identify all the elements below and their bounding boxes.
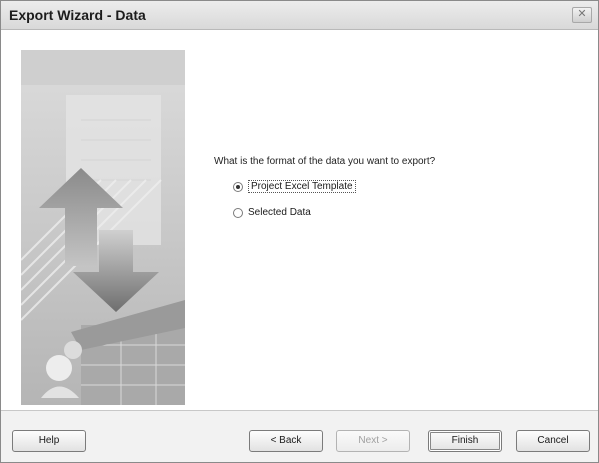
option-label[interactable]: Project Excel Template [248,180,356,193]
cancel-button[interactable]: Cancel [516,430,590,452]
finish-button[interactable]: Finish [428,430,502,452]
next-button[interactable]: Next > [336,430,410,452]
export-illustration-icon [21,50,185,405]
option-project-excel-template[interactable]: Project Excel Template [233,180,356,193]
title-bar[interactable]: Export Wizard - Data ✕ [1,1,598,30]
export-wizard-dialog: Export Wizard - Data ✕ What is the forma… [0,0,599,463]
option-selected-data[interactable]: Selected Data [233,207,311,218]
window-title: Export Wizard - Data [9,7,146,23]
option-label[interactable]: Selected Data [248,207,311,218]
back-button[interactable]: < Back [249,430,323,452]
help-button[interactable]: Help [12,430,86,452]
wizard-footer: Help < Back Next > Finish Cancel [1,411,598,462]
wizard-content: What is the format of the data you want … [1,30,598,410]
wizard-illustration [21,50,185,405]
radio-selected-data[interactable] [233,207,243,218]
close-icon: ✕ [577,8,587,20]
radio-project-excel-template[interactable] [233,181,243,192]
format-question: What is the format of the data you want … [214,156,436,167]
close-button[interactable]: ✕ [572,7,592,23]
